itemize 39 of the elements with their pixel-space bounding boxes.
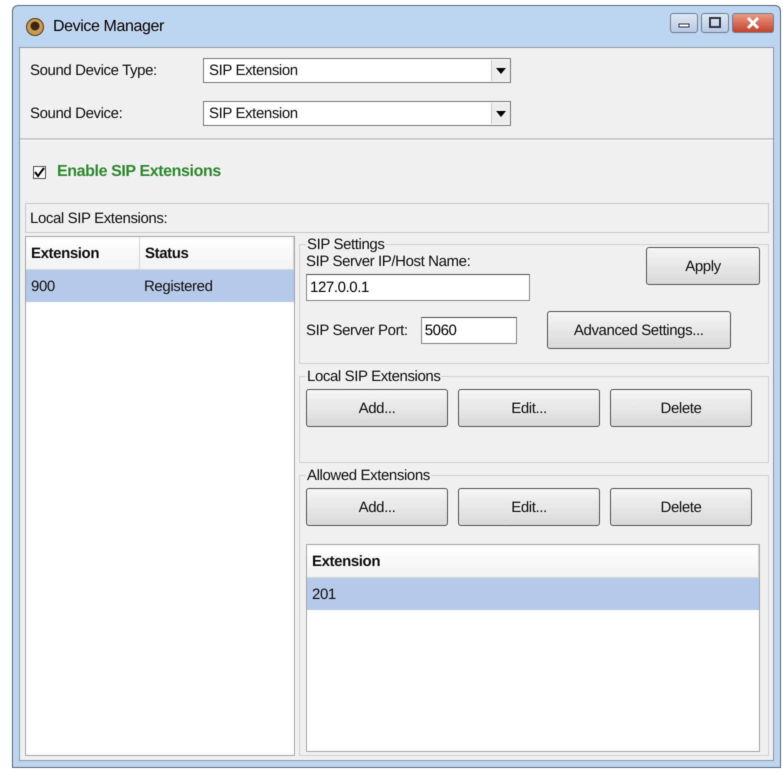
group-title: Local SIP Extensions [306,368,442,385]
field-label: SIP Server IP/Host Name: [306,253,472,270]
section-header: Local SIP Extensions: [25,203,769,233]
checkbox-label: Enable SIP Extensions [57,163,221,181]
maximize-button[interactable] [701,12,729,32]
column-header[interactable]: Extension [26,237,140,269]
apply-button[interactable]: Apply [646,247,760,285]
field-label: Sound Device: [30,105,124,122]
action-button[interactable]: Add... [306,389,448,427]
list-row[interactable]: 201 [307,578,759,610]
window-title: Device Manager [53,18,164,36]
group-title: Allowed Extensions [306,467,431,484]
column-header[interactable]: Extension [307,545,759,577]
action-button[interactable]: Edit... [458,488,600,526]
action-button[interactable]: Delete [610,389,752,427]
text-field[interactable]: 127.0.0.1 [306,274,530,301]
dropdown[interactable]: SIP Extension [203,101,511,126]
dropdown[interactable]: SIP Extension [203,58,511,83]
table-cell-text: Registered [143,276,214,296]
close-icon [746,16,760,28]
text-field[interactable]: 5060 [420,316,517,344]
dropdown-arrow-icon [496,68,506,74]
app-icon [25,16,45,36]
maximize-icon [708,16,722,28]
dropdown-arrow-icon [496,110,506,116]
action-button[interactable]: Add... [306,488,448,526]
group-title: SIP Settings [306,236,386,253]
action-button[interactable]: Delete [610,488,752,526]
field-label: Sound Device Type: [30,62,158,79]
close-button[interactable] [732,12,774,32]
list-row[interactable]: 900 Registered [26,270,294,302]
checkbox[interactable] [33,166,46,178]
checkmark-icon [34,166,45,178]
column-header[interactable]: Status [140,237,294,269]
field-label: SIP Server Port: [306,322,408,338]
advanced-settings-button[interactable]: Advanced Settings... [546,311,731,349]
table-cell-text: 900 [30,276,56,296]
minimize-button[interactable] [670,12,698,32]
action-button[interactable]: Edit... [458,389,600,427]
